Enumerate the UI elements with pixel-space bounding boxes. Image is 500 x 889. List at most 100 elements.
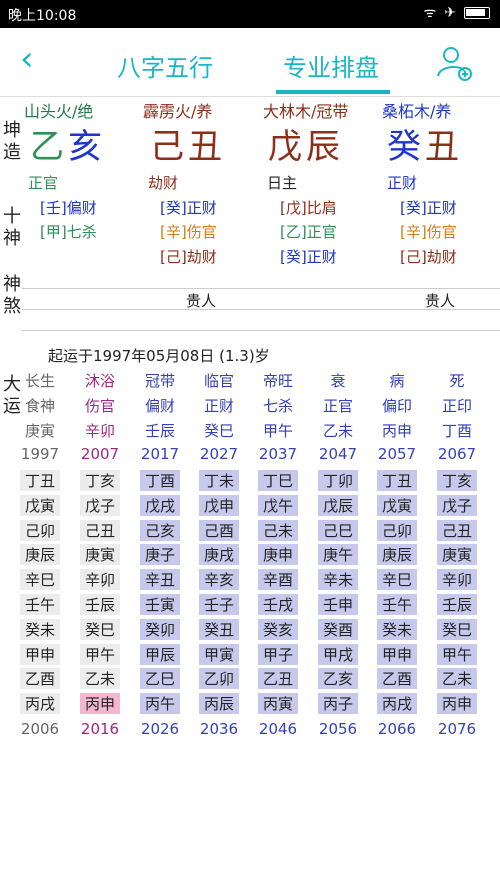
dayun-stage: 病 [389,372,405,390]
dayun-stage: 长生 [24,372,55,390]
liunian-cell: 壬午 [20,594,60,615]
liunian-cell: 庚午 [318,544,358,566]
liunian-cell: 丙戌 [377,693,417,715]
dayun-end-year: 2046 [258,720,298,738]
dayun-end-year: 2056 [318,720,358,738]
dayun-start-year: 2007 [80,445,120,463]
shensha-divider [22,288,500,289]
hidden-stem: [辛]伤官 [160,223,217,241]
liunian-cell: 丙寅 [258,693,298,715]
liunian-cell: 己巳 [318,519,358,541]
dayun-god: 正印 [441,397,472,415]
dayun-ganzhi: 壬辰 [144,422,175,440]
liunian-cell: 辛巳 [377,569,417,591]
side-label-dayun: 大运 [3,374,21,417]
top-nav: ‹ 八字五行 专业排盘 [0,28,500,96]
liunian-cell: 丁卯 [318,470,358,491]
liunian-cell: 癸卯 [140,618,180,640]
liunian-cell: 辛卯 [437,569,477,591]
liunian-cell: 己丑 [437,519,477,541]
side-label-gender: 坤造 [3,120,21,163]
dayun-start-year: 2017 [140,445,180,463]
pillar-stem-god: 正官 [28,174,59,192]
dayun-ganzhi: 辛卯 [84,422,115,440]
liunian-cell: 壬寅 [140,594,180,615]
hidden-stem: [辛]伤官 [400,223,457,241]
liunian-cell: 癸酉 [318,618,358,640]
liunian-cell: 壬午 [377,594,417,615]
dayun-end-year: 2006 [20,720,60,738]
liunian-cell: 乙酉 [377,668,417,690]
liunian-cell: 丙戌 [20,693,60,715]
liunian-cell: 丙申 [80,693,120,715]
section-divider [22,330,500,331]
side-label-shensha: 神煞 [3,274,21,317]
dayun-end-year: 2066 [377,720,417,738]
liunian-cell: 乙酉 [20,668,60,690]
liunian-cell: 甲午 [80,643,120,665]
dayun-god: 偏印 [381,397,412,415]
hidden-stem: [癸]正财 [280,248,337,266]
liunian-cell: 庚戌 [199,544,239,566]
pillar-stem: 戊 [268,127,302,167]
status-icons: ᯤ✈ [423,3,490,22]
liunian-cell: 丁酉 [140,470,180,491]
dayun-god: 伤官 [84,397,115,415]
liunian-cell: 庚寅 [80,544,120,566]
dayun-start-year: 2057 [377,445,417,463]
liunian-cell: 辛巳 [20,569,60,591]
liunian-cell: 戊寅 [20,494,60,516]
liunian-cell: 丁亥 [437,470,477,491]
user-switch-icon[interactable] [435,43,475,83]
back-icon[interactable]: ‹ [20,42,34,76]
liunian-cell: 壬辰 [80,594,120,615]
liunian-cell: 乙巳 [140,668,180,690]
dayun-ganzhi: 庚寅 [24,422,55,440]
pillar-branch: 丑 [188,127,222,167]
tab-zhuanye-paipan[interactable]: 专业排盘 [283,48,379,83]
liunian-cell: 丙午 [140,693,180,715]
liunian-cell: 癸未 [377,618,417,640]
hidden-stem: [癸]正财 [160,199,217,217]
liunian-cell: 戊申 [199,494,239,516]
liunian-cell: 甲辰 [140,643,180,665]
status-time: 晚上10:08 [8,8,77,24]
liunian-cell: 甲寅 [199,643,239,665]
tab-bazi-wuxing[interactable]: 八字五行 [117,48,213,83]
liunian-cell: 庚辰 [377,544,417,566]
liunian-cell: 甲申 [20,643,60,665]
liunian-cell: 庚辰 [20,544,60,566]
dayun-start-year: 2027 [199,445,239,463]
liunian-cell: 丙申 [437,693,477,715]
liunian-cell: 壬辰 [437,594,477,615]
dayun-end-year: 2076 [437,720,477,738]
hidden-stem: [乙]正官 [280,223,337,241]
dayun-ganzhi: 丙申 [381,422,412,440]
dayun-start-year: 2047 [318,445,358,463]
dayun-stage: 衰 [330,372,346,390]
pillar-branch: 辰 [306,127,340,167]
nav-divider [0,96,500,97]
liunian-cell: 辛卯 [80,569,120,591]
liunian-cell: 甲午 [437,643,477,665]
hidden-stem: [壬]偏财 [40,199,97,217]
liunian-cell: 丁巳 [258,470,298,491]
airplane-icon: ✈ [444,5,464,21]
liunian-cell: 戊午 [258,494,298,516]
liunian-cell: 甲申 [377,643,417,665]
liunian-cell: 辛酉 [258,569,298,591]
hidden-stem: [甲]七杀 [40,223,97,241]
liunian-cell: 乙未 [437,668,477,690]
hidden-stem: [癸]正财 [400,199,457,217]
liunian-cell: 己亥 [140,519,180,541]
pillar-nayin: 霹雳火/养 [143,102,213,121]
shensha-divider [22,309,500,310]
liunian-cell: 壬子 [199,594,239,615]
dayun-stage: 冠带 [144,372,175,390]
battery-icon [464,7,490,19]
liunian-cell: 己酉 [199,519,239,541]
dayun-stage: 临官 [203,372,234,390]
liunian-cell: 癸未 [20,618,60,640]
liunian-cell: 壬申 [318,594,358,615]
liunian-cell: 庚寅 [437,544,477,566]
